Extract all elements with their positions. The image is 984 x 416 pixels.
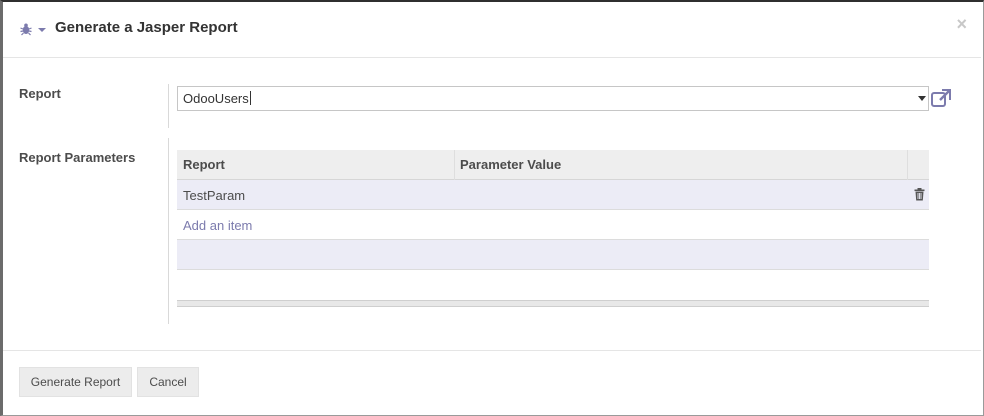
external-link-icon[interactable] — [930, 88, 952, 108]
field-divider — [168, 84, 169, 128]
bug-icon[interactable] — [19, 22, 33, 36]
chevron-down-icon[interactable] — [37, 23, 47, 33]
table-row[interactable]: TestParam — [177, 180, 929, 210]
table-spacer — [177, 270, 929, 307]
add-item-row: Add an item — [177, 210, 929, 240]
report-select[interactable]: OdooUsers — [177, 86, 929, 111]
add-item-link[interactable]: Add an item — [183, 218, 252, 233]
table-row — [177, 240, 929, 270]
report-label: Report — [19, 86, 61, 101]
dialog-footer: Generate Report Cancel — [3, 350, 981, 414]
cell-report[interactable]: TestParam — [183, 188, 245, 203]
trash-icon[interactable] — [914, 188, 925, 201]
table-footer — [177, 300, 929, 307]
table-header: Report Parameter Value — [177, 150, 929, 180]
field-divider — [168, 138, 169, 324]
column-header-report[interactable]: Report — [183, 157, 225, 172]
parameters-table: Report Parameter Value TestParam Add an … — [177, 150, 929, 307]
caret-down-icon[interactable] — [918, 96, 926, 101]
generate-report-button[interactable]: Generate Report — [19, 367, 132, 397]
dialog-title: Generate a Jasper Report — [55, 19, 238, 36]
column-header-parameter-value[interactable]: Parameter Value — [460, 157, 561, 172]
dialog-header: Generate a Jasper Report × — [3, 2, 981, 58]
close-icon[interactable]: × — [956, 14, 967, 34]
cancel-button[interactable]: Cancel — [137, 367, 199, 397]
report-select-value[interactable]: OdooUsers — [183, 91, 251, 106]
column-divider — [907, 150, 908, 180]
report-parameters-label: Report Parameters — [19, 150, 136, 165]
column-divider — [454, 150, 455, 180]
